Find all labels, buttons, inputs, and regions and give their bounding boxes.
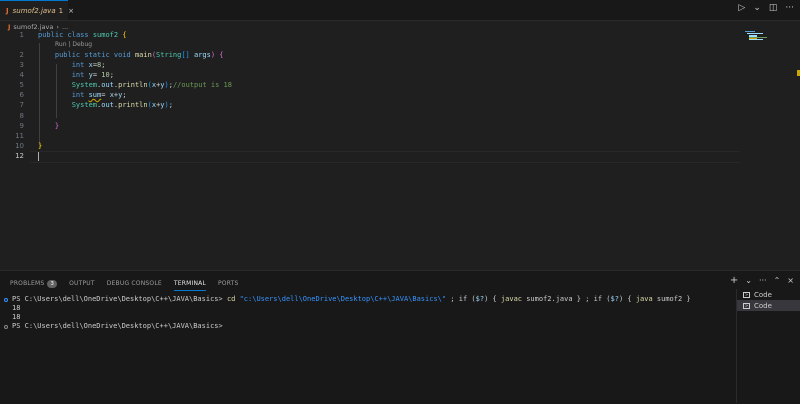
command-decoration-icon[interactable]	[4, 325, 8, 329]
terminal-icon: >	[743, 291, 750, 298]
terminal-output-line: 18	[12, 304, 21, 312]
terminal-list: > Code > Code	[736, 289, 800, 403]
line-number: 11	[15, 132, 24, 140]
code-line-11: }	[38, 142, 43, 150]
terminal-list-item[interactable]: > Code	[737, 289, 800, 300]
tab-ports[interactable]: PORTS	[218, 277, 239, 291]
code-editor[interactable]: 1 2 3 4 5 6 7 8 9 10 11 12 Run | Debug p…	[0, 30, 800, 270]
line-number: 4	[19, 71, 24, 79]
code-line-7: System.out.println(x+y);	[71, 101, 173, 109]
line-number: 8	[19, 112, 24, 120]
run-debug-code-lens[interactable]: Run | Debug	[55, 41, 92, 48]
terminal-menu-chevron-icon[interactable]: ⌄	[745, 276, 752, 285]
run-icon[interactable]: ▷	[738, 3, 745, 13]
line-number: 6	[19, 91, 24, 99]
terminal-output-line: 18	[12, 313, 21, 321]
current-line-highlight	[30, 151, 740, 163]
tab-close-icon[interactable]: ×	[68, 7, 74, 15]
tab-label: PORTS	[217, 280, 239, 287]
line-number: 5	[19, 81, 24, 89]
terminal-list-label: Code	[754, 301, 772, 310]
tab-label: sumof2.java	[12, 6, 56, 15]
new-terminal-icon[interactable]: +	[730, 275, 738, 286]
minimap[interactable]	[745, 30, 767, 50]
panel-tabs: PROBLEMS 3 OUTPUT DEBUG CONSOLE TERMINAL…	[10, 276, 239, 291]
terminal-icon: >	[743, 302, 750, 309]
terminal-line: PS C:\Users\dell\OneDrive\Desktop\C++\JA…	[12, 295, 691, 303]
problems-count-badge: 3	[47, 279, 58, 288]
tab-sumof2-java[interactable]: J sumof2.java 1 ×	[0, 0, 74, 20]
line-number: 10	[15, 142, 24, 150]
code-line-4: int y= 10;	[71, 71, 114, 79]
split-editor-icon[interactable]: ◫	[769, 3, 778, 13]
line-number: 2	[19, 51, 24, 59]
code-line-6: int sum= x+y;	[71, 91, 127, 99]
tab-terminal[interactable]: TERMINAL	[173, 276, 206, 291]
tab-output[interactable]: OUTPUT	[69, 277, 95, 291]
code-line-3: int x=8;	[71, 61, 106, 69]
tab-problems[interactable]: PROBLEMS 3	[10, 277, 58, 291]
run-menu-chevron-icon[interactable]: ⌄	[753, 3, 761, 13]
code-line-9: }	[54, 122, 60, 130]
line-number: 7	[19, 101, 24, 109]
more-actions-icon[interactable]: ···	[759, 276, 767, 285]
close-panel-icon[interactable]: ×	[787, 276, 794, 285]
line-number: 9	[19, 122, 24, 130]
tab-label: PROBLEMS	[10, 280, 45, 287]
command-decoration-icon[interactable]	[4, 298, 8, 302]
tab-debug-console[interactable]: DEBUG CONSOLE	[107, 277, 162, 291]
line-number: 1	[19, 31, 24, 39]
editor-actions: ▷ ⌄ ◫ ···	[738, 3, 794, 13]
terminal-list-label: Code	[754, 290, 772, 299]
tab-label: DEBUG CONSOLE	[106, 280, 162, 287]
line-number-current: 12	[15, 152, 24, 160]
more-actions-icon[interactable]: ···	[785, 3, 794, 13]
panel-actions: + ⌄ ··· ⌃ ×	[730, 275, 794, 286]
tab-label: OUTPUT	[69, 280, 95, 287]
text-cursor	[38, 152, 39, 161]
problem-count-badge: 1	[58, 6, 64, 15]
editor-tab-bar: J sumof2.java 1 × ▷ ⌄ ◫ ···	[0, 0, 800, 21]
terminal-output[interactable]: PS C:\Users\dell\OneDrive\Desktop\C++\JA…	[0, 295, 735, 403]
code-line-2: public static void main(String[] args) {	[54, 51, 224, 59]
terminal-prompt: PS C:\Users\dell\OneDrive\Desktop\C++\JA…	[12, 322, 223, 330]
bottom-panel: PROBLEMS 3 OUTPUT DEBUG CONSOLE TERMINAL…	[0, 270, 800, 404]
tab-label: TERMINAL	[173, 279, 206, 287]
maximize-panel-icon[interactable]: ⌃	[774, 276, 781, 285]
code-line-5: System.out.println(x+y);//output is 18	[71, 81, 232, 89]
terminal-list-item-selected[interactable]: > Code	[737, 300, 800, 311]
line-number: 3	[19, 61, 24, 69]
code-line-1: public class sumof2 {	[38, 31, 127, 39]
java-file-icon: J	[6, 6, 9, 15]
